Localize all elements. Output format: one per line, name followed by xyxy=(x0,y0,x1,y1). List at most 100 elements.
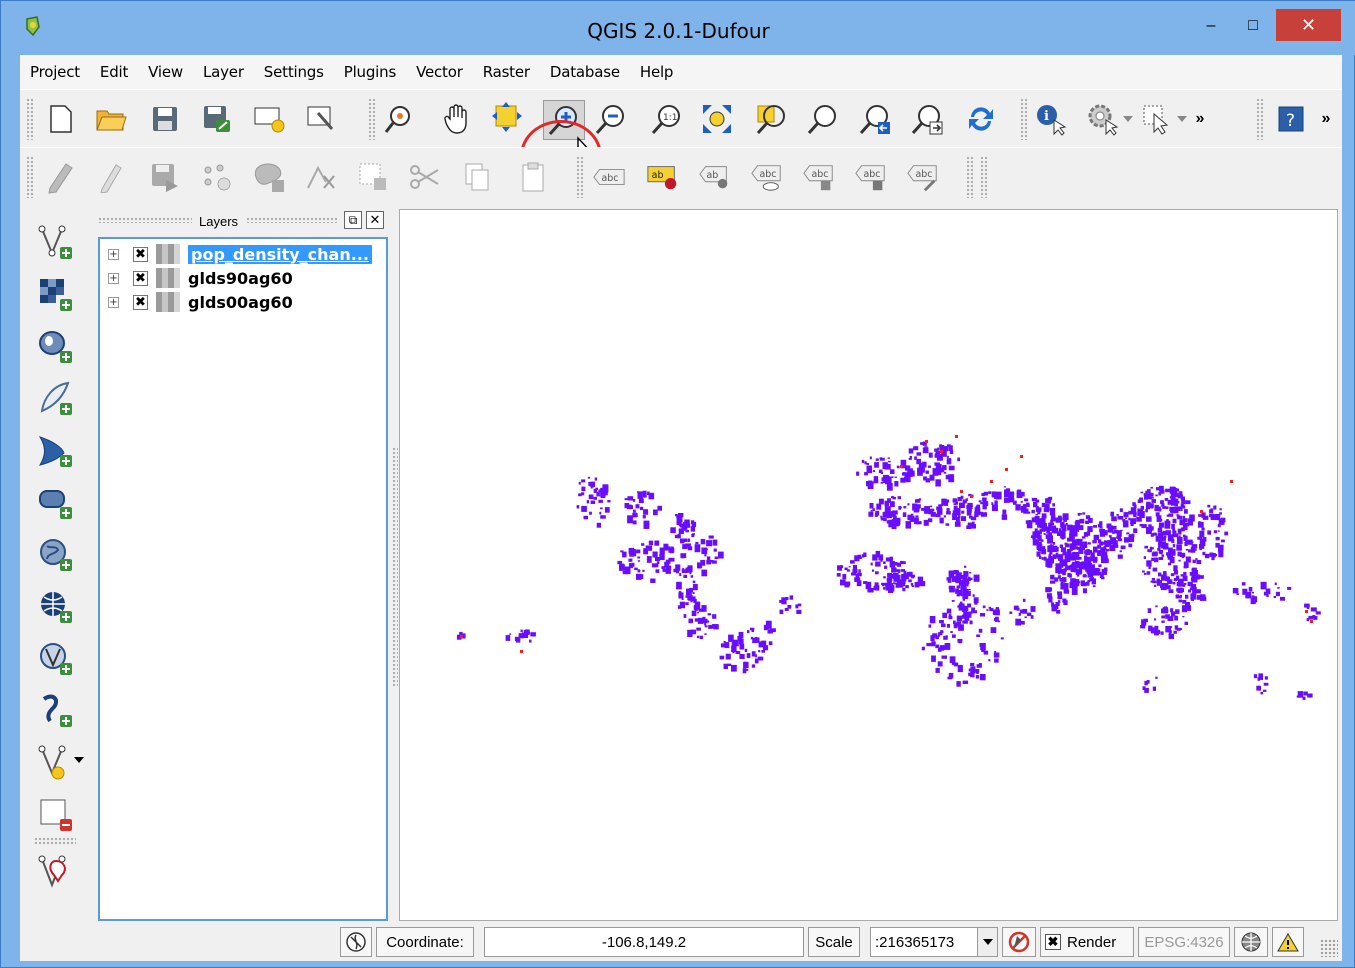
show-hide-labels-icon[interactable]: abc xyxy=(750,160,784,194)
zoom-to-layer-icon[interactable] xyxy=(806,102,840,136)
chevron-down-icon[interactable] xyxy=(1120,102,1136,136)
toolbar-overflow-button[interactable]: » xyxy=(1316,102,1336,136)
add-oracle-layer-icon[interactable] xyxy=(36,483,76,523)
toggle-extents-icon[interactable] xyxy=(340,927,372,957)
menu-vector[interactable]: Vector xyxy=(416,63,463,81)
layer-visibility-checkbox[interactable]: ✖ xyxy=(133,246,148,262)
layers-tree[interactable]: + ✖ pop_density_chan... + ✖ glds90ag60 +… xyxy=(98,237,388,921)
layer-item[interactable]: + ✖ glds90ag60 xyxy=(108,267,293,289)
expand-icon[interactable]: + xyxy=(108,272,119,284)
pin-labels-icon[interactable]: ab xyxy=(698,160,732,194)
menu-project[interactable]: Project xyxy=(30,63,80,81)
identify-features-icon[interactable]: i xyxy=(1034,102,1068,136)
add-wfs-layer-icon[interactable] xyxy=(36,639,76,679)
toolbar-grip[interactable] xyxy=(368,98,376,140)
composer-manager-icon[interactable] xyxy=(304,102,338,136)
render-checkbox-container[interactable]: ✖ Render xyxy=(1040,927,1134,957)
move-label-icon[interactable]: abc xyxy=(802,160,836,194)
toolbar-grip[interactable] xyxy=(26,156,34,198)
add-mssql-layer-icon[interactable] xyxy=(36,431,76,471)
map-canvas[interactable] xyxy=(399,209,1338,921)
new-print-composer-icon[interactable] xyxy=(252,102,286,136)
add-wms-layer-icon[interactable] xyxy=(36,535,76,575)
save-as-icon[interactable] xyxy=(200,102,234,136)
label-tool-icon[interactable]: abc xyxy=(592,160,626,194)
chevron-down-icon[interactable] xyxy=(1174,102,1190,136)
toolbar-grip[interactable] xyxy=(26,98,34,140)
layer-visibility-checkbox[interactable]: ✖ xyxy=(133,270,148,286)
save-project-icon[interactable] xyxy=(148,102,182,136)
panel-splitter[interactable] xyxy=(392,447,398,687)
toolbar-grip[interactable] xyxy=(1020,98,1028,140)
open-project-icon[interactable] xyxy=(94,102,128,136)
population-cell xyxy=(1032,531,1036,536)
messages-warning-icon[interactable] xyxy=(1272,927,1304,957)
toolbar-grip[interactable] xyxy=(980,156,988,198)
scale-combobox[interactable]: :216365173 xyxy=(870,927,998,957)
toolbar-grip[interactable] xyxy=(34,837,76,845)
panel-grip[interactable] xyxy=(246,217,338,223)
expand-icon[interactable]: + xyxy=(108,296,119,308)
zoom-full-icon[interactable] xyxy=(700,102,734,136)
new-project-icon[interactable] xyxy=(44,102,78,136)
new-shapefile-layer-icon[interactable] xyxy=(36,743,88,783)
close-panel-button[interactable]: ✕ xyxy=(366,211,384,229)
run-action-icon[interactable] xyxy=(1086,102,1120,136)
refresh-icon[interactable] xyxy=(964,102,998,136)
layer-visibility-checkbox[interactable]: ✖ xyxy=(133,294,148,310)
add-spatialite-layer-icon[interactable] xyxy=(36,379,76,419)
title-bar[interactable]: QGIS 2.0.1-Dufour – □ ✕ xyxy=(1,1,1355,55)
touch-zoom-pan-icon[interactable] xyxy=(382,102,416,136)
stop-render-icon[interactable] xyxy=(1002,927,1036,957)
add-vector-layer-icon[interactable] xyxy=(36,223,76,263)
resize-grip-icon[interactable] xyxy=(1320,939,1338,957)
add-raster-layer-icon[interactable] xyxy=(36,275,76,315)
crs-status-button[interactable]: EPSG:4326 xyxy=(1138,927,1230,957)
add-delimited-text-layer-icon[interactable] xyxy=(36,691,76,731)
rotate-label-icon[interactable]: abc xyxy=(854,160,888,194)
layer-labeling-options-icon[interactable]: ab xyxy=(646,160,680,194)
render-checkbox[interactable]: ✖ xyxy=(1045,934,1061,950)
zoom-last-icon[interactable] xyxy=(858,102,892,136)
layer-item[interactable]: + ✖ glds00ag60 xyxy=(108,291,293,313)
pan-hand-icon[interactable] xyxy=(440,102,474,136)
float-panel-button[interactable]: ⧉ xyxy=(344,211,362,229)
zoom-next-icon[interactable] xyxy=(910,102,944,136)
menu-layer[interactable]: Layer xyxy=(203,63,244,81)
menu-view[interactable]: View xyxy=(148,63,183,81)
minimize-button[interactable]: – xyxy=(1193,11,1229,41)
layer-name[interactable]: pop_density_chan... xyxy=(188,244,372,264)
chevron-down-icon[interactable] xyxy=(977,928,997,956)
expand-icon[interactable]: + xyxy=(108,248,119,260)
remove-layer-icon[interactable] xyxy=(36,795,76,835)
layer-name[interactable]: glds90ag60 xyxy=(188,269,293,288)
layers-panel-header[interactable]: Layers ⧉ ✕ xyxy=(96,207,390,235)
change-label-icon[interactable]: abc xyxy=(906,160,940,194)
zoom-actual-size-icon[interactable]: 1:1 xyxy=(650,102,684,136)
toolbar-grip[interactable] xyxy=(576,156,584,198)
zoom-to-selection-icon[interactable] xyxy=(754,102,788,136)
pan-to-selection-icon[interactable] xyxy=(490,100,524,134)
toolbar-grip[interactable] xyxy=(966,156,974,198)
add-wcs-layer-icon[interactable] xyxy=(36,587,76,627)
close-button[interactable]: ✕ xyxy=(1276,9,1341,41)
menu-database[interactable]: Database xyxy=(550,63,620,81)
menu-edit[interactable]: Edit xyxy=(100,63,128,81)
select-features-icon[interactable] xyxy=(1140,102,1174,136)
layer-name[interactable]: glds00ag60 xyxy=(188,293,293,312)
zoom-out-icon[interactable] xyxy=(594,102,628,136)
panel-grip[interactable] xyxy=(98,217,192,223)
add-postgis-layer-icon[interactable] xyxy=(36,327,76,367)
menu-raster[interactable]: Raster xyxy=(483,63,530,81)
maximize-button[interactable]: □ xyxy=(1235,11,1271,41)
coordinate-field[interactable]: -106.8,149.2 xyxy=(484,927,804,957)
crs-globe-icon[interactable] xyxy=(1234,927,1268,957)
help-icon[interactable]: ? xyxy=(1274,102,1308,136)
toolbar-grip[interactable] xyxy=(1256,98,1264,140)
menu-settings[interactable]: Settings xyxy=(264,63,324,81)
layer-item[interactable]: + ✖ pop_density_chan... xyxy=(108,243,372,265)
menu-help[interactable]: Help xyxy=(640,63,674,81)
toolbar-overflow-button[interactable]: » xyxy=(1190,102,1210,136)
menu-plugins[interactable]: Plugins xyxy=(344,63,397,81)
gps-tools-icon[interactable] xyxy=(36,853,76,893)
